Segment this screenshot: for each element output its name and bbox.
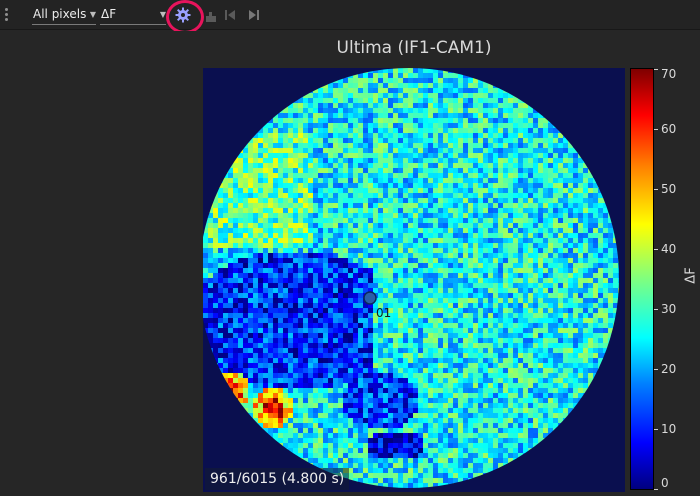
frame-time-label: 961/6015 (4.800 s) [205, 468, 350, 490]
colorbar-tick [654, 129, 658, 130]
colorbar-tick [654, 249, 658, 250]
heatmap-canvas: 01 [203, 68, 625, 492]
signal-type-value: ΔF [101, 7, 117, 21]
colorbar-tick [654, 309, 658, 310]
colorbar-tick-label: 30 [661, 302, 677, 316]
colorbar-tick-label: 50 [661, 182, 677, 196]
colorbar [630, 68, 654, 490]
kebab-menu-icon[interactable] [4, 8, 10, 22]
colorbar-tick-label: 60 [661, 122, 677, 136]
colorbar-tick-label: 10 [661, 422, 677, 436]
colorbar-label: ΔF [683, 267, 699, 284]
colorbar-tick [654, 69, 658, 70]
chevron-down-icon: ▼ [159, 10, 166, 19]
pixel-selection-value: All pixels [33, 7, 87, 21]
toolbar: All pixels ▼ ΔF ▼ [0, 0, 700, 34]
gear-icon[interactable] [175, 7, 191, 23]
roi-label: 01 [376, 306, 391, 320]
step-back-icon[interactable] [222, 7, 238, 23]
colorbar-tick [654, 489, 658, 490]
colorbar-tick-label: 70 [661, 67, 677, 81]
heatmap-image[interactable]: 01 [203, 68, 625, 492]
chart-title: Ultima (IF1-CAM1) [336, 38, 492, 58]
chevron-down-icon: ▼ [89, 10, 96, 19]
left-panel [0, 31, 196, 496]
colorbar-tick-label: 20 [661, 362, 677, 376]
colorbar-tick [654, 429, 658, 430]
colorbar-tick-label: 0 [661, 476, 669, 490]
pixel-selection-dropdown[interactable]: All pixels ▼ [32, 5, 96, 25]
colorbar-tick [654, 369, 658, 370]
signal-type-dropdown[interactable]: ΔF ▼ [100, 5, 166, 25]
thumbnail-icon[interactable] [204, 7, 220, 23]
colorbar-tick [654, 189, 658, 190]
colorbar-tick-label: 40 [661, 242, 677, 256]
step-forward-icon[interactable] [246, 7, 262, 23]
